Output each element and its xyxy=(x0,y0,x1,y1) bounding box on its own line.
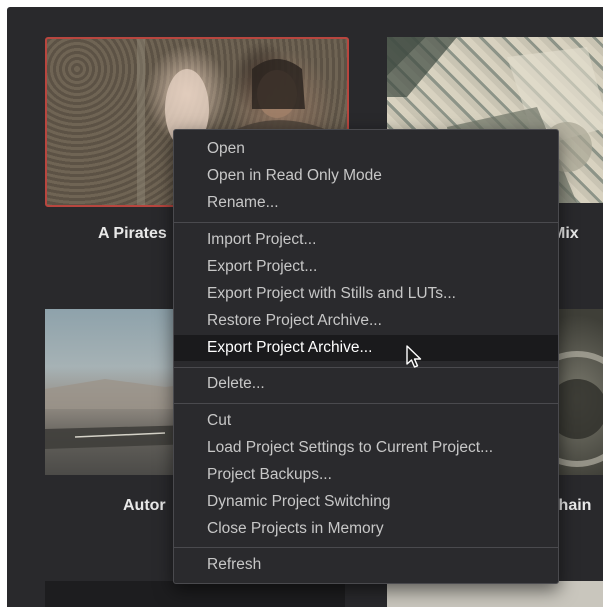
menu-item-cut[interactable]: Cut xyxy=(174,408,558,434)
menu-item-import-project[interactable]: Import Project... xyxy=(174,227,558,253)
project-thumbnail[interactable] xyxy=(45,581,345,607)
menu-item-load-project-settings[interactable]: Load Project Settings to Current Project… xyxy=(174,435,558,461)
menu-item-export-project[interactable]: Export Project... xyxy=(174,254,558,280)
project-thumbnail[interactable] xyxy=(387,581,603,607)
menu-item-open[interactable]: Open xyxy=(174,136,558,162)
menu-item-refresh[interactable]: Refresh xyxy=(174,552,558,578)
menu-separator xyxy=(174,222,558,223)
mouse-pointer-icon xyxy=(406,345,422,368)
menu-item-export-with-stills[interactable]: Export Project with Stills and LUTs... xyxy=(174,281,558,307)
project-manager-panel: A Pirates Mix Autor Chain Open Open in R… xyxy=(7,7,603,607)
project-context-menu: Open Open in Read Only Mode Rename... Im… xyxy=(173,129,559,584)
menu-separator xyxy=(174,547,558,548)
menu-separator xyxy=(174,367,558,368)
menu-item-export-archive[interactable]: Export Project Archive... xyxy=(174,335,558,361)
menu-item-dynamic-switching[interactable]: Dynamic Project Switching xyxy=(174,489,558,515)
menu-item-delete[interactable]: Delete... xyxy=(174,371,558,397)
project-title[interactable]: Autor xyxy=(123,497,166,515)
menu-item-close-projects[interactable]: Close Projects in Memory xyxy=(174,516,558,542)
menu-item-restore-archive[interactable]: Restore Project Archive... xyxy=(174,308,558,334)
menu-item-project-backups[interactable]: Project Backups... xyxy=(174,462,558,488)
menu-item-open-read-only[interactable]: Open in Read Only Mode xyxy=(174,163,558,189)
menu-separator xyxy=(174,403,558,404)
menu-item-rename[interactable]: Rename... xyxy=(174,190,558,216)
project-title[interactable]: A Pirates xyxy=(98,225,167,243)
